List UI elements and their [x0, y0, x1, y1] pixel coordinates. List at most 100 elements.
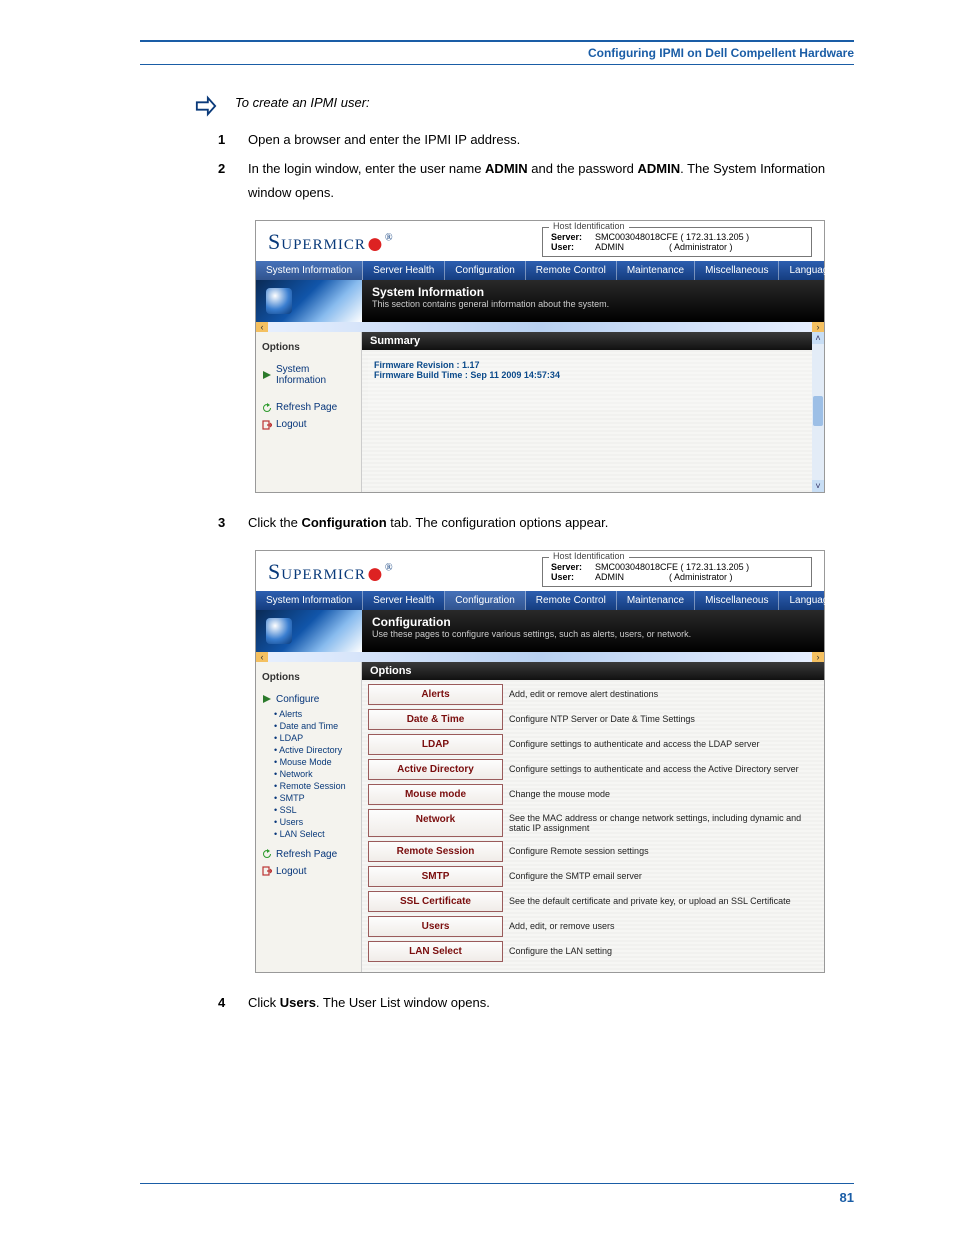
step-text: Click the Configuration tab. The configu… — [248, 511, 854, 536]
option-remote-button[interactable]: Remote Session — [368, 841, 503, 862]
option-mouse-button[interactable]: Mouse mode — [368, 784, 503, 805]
sidebar-item-refresh[interactable]: Refresh Page — [262, 399, 355, 416]
sidebar-item-label: Logout — [276, 866, 307, 877]
screenshot-configuration: Supermicr●® Host Identification Server:S… — [255, 550, 825, 973]
page-header: Configuring IPMI on Dell Compellent Hard… — [140, 40, 854, 65]
step-number: 4 — [218, 991, 232, 1016]
option-datetime-button[interactable]: Date & Time — [368, 709, 503, 730]
sidebar-item-label: Refresh Page — [276, 402, 337, 413]
logout-icon — [262, 866, 272, 876]
legend: Host Identification — [549, 221, 629, 231]
sidebar-item-logout[interactable]: Logout — [262, 416, 355, 433]
text: In the login window, enter the user name — [248, 161, 485, 176]
option-ad-button[interactable]: Active Directory — [368, 759, 503, 780]
horizontal-scrollbar[interactable]: ‹› — [256, 652, 824, 662]
tab-server-health[interactable]: Server Health — [363, 591, 445, 610]
label: Server: — [551, 232, 591, 242]
sidebar-sub-ldap[interactable]: LDAP — [274, 732, 355, 744]
tab-remote-control[interactable]: Remote Control — [526, 591, 617, 610]
sidebar-item-label: Configure — [276, 694, 319, 705]
play-icon — [262, 370, 272, 380]
label: Firmware Build Time : — [374, 370, 468, 380]
tab-system-information[interactable]: System Information — [256, 591, 363, 610]
tab-miscellaneous[interactable]: Miscellaneous — [695, 261, 779, 280]
option-users-button[interactable]: Users — [368, 916, 503, 937]
sidebar-sub-mouse[interactable]: Mouse Mode — [274, 756, 355, 768]
option-ldap-button[interactable]: LDAP — [368, 734, 503, 755]
sidebar-header: Options — [262, 342, 355, 353]
summary-header: Summary — [362, 332, 812, 350]
option-desc: Configure settings to authenticate and a… — [503, 734, 810, 755]
page-number: 81 — [140, 1183, 854, 1205]
sidebar-sub-users[interactable]: Users — [274, 816, 355, 828]
step-text: In the login window, enter the user name… — [248, 157, 854, 206]
screenshot-system-information: Supermicr●® Host Identification Server:S… — [255, 220, 825, 493]
tab-system-information[interactable]: System Information — [256, 261, 363, 280]
host-identification-box: Host Identification Server:SMC003048018C… — [542, 557, 812, 587]
sidebar-item-refresh[interactable]: Refresh Page — [262, 846, 355, 863]
sidebar-sub-lan[interactable]: LAN Select — [274, 828, 355, 840]
sidebar-sublist: Alerts Date and Time LDAP Active Directo… — [262, 708, 355, 840]
top-menu: System Information Server Health Configu… — [256, 261, 824, 280]
option-alerts-button[interactable]: Alerts — [368, 684, 503, 705]
sidebar-item-logout[interactable]: Logout — [262, 863, 355, 880]
value: Sep 11 2009 14:57:34 — [470, 370, 560, 380]
label: Server: — [551, 562, 591, 572]
tab-remote-control[interactable]: Remote Control — [526, 261, 617, 280]
tab-configuration[interactable]: Configuration — [445, 591, 525, 610]
sidebar-sub-ssl[interactable]: SSL — [274, 804, 355, 816]
sidebar-sub-alerts[interactable]: Alerts — [274, 708, 355, 720]
option-lan-button[interactable]: LAN Select — [368, 941, 503, 962]
text: Click the — [248, 515, 301, 530]
tab-language[interactable]: Language — [779, 261, 845, 280]
tab-miscellaneous[interactable]: Miscellaneous — [695, 591, 779, 610]
banner-title: Configuration — [372, 615, 814, 629]
option-desc: Configure Remote session settings — [503, 841, 810, 862]
options-header: Options — [362, 662, 824, 680]
supermicro-logo: Supermicr●® — [268, 559, 394, 585]
vertical-scrollbar[interactable]: ˄˅ — [812, 332, 824, 492]
label: Firmware Revision : — [374, 360, 460, 370]
step-text: Click Users. The User List window opens. — [248, 991, 854, 1016]
option-desc: Configure settings to authenticate and a… — [503, 759, 810, 780]
refresh-icon — [262, 849, 272, 859]
tab-configuration[interactable]: Configuration — [445, 261, 525, 280]
text: Click — [248, 995, 280, 1010]
tab-maintenance[interactable]: Maintenance — [617, 261, 695, 280]
sidebar-sub-network[interactable]: Network — [274, 768, 355, 780]
option-smtp-button[interactable]: SMTP — [368, 866, 503, 887]
label: User: — [551, 572, 591, 582]
text: tab. The configuration options appear. — [387, 515, 609, 530]
option-desc: Configure the LAN setting — [503, 941, 810, 962]
sidebar-item-configure[interactable]: Configure — [262, 691, 355, 708]
banner-graphic — [256, 610, 362, 652]
tab-language[interactable]: Language — [779, 591, 845, 610]
option-network-button[interactable]: Network — [368, 809, 503, 837]
sidebar-header: Options — [262, 672, 355, 683]
value: SMC003048018CFE ( 172.31.13.205 ) — [595, 562, 749, 572]
legend: Host Identification — [549, 551, 629, 561]
sidebar-sub-ad[interactable]: Active Directory — [274, 744, 355, 756]
tab-maintenance[interactable]: Maintenance — [617, 591, 695, 610]
bold-configuration: Configuration — [301, 515, 386, 530]
option-desc: Change the mouse mode — [503, 784, 810, 805]
text: and the password — [528, 161, 638, 176]
banner-title: System Information — [372, 285, 814, 299]
banner-subtitle: Use these pages to configure various set… — [372, 629, 814, 639]
tab-server-health[interactable]: Server Health — [363, 261, 445, 280]
sidebar-sub-smtp[interactable]: SMTP — [274, 792, 355, 804]
option-desc: Add, edit, or remove users — [503, 916, 810, 937]
text: . The User List window opens. — [316, 995, 490, 1010]
option-ssl-button[interactable]: SSL Certificate — [368, 891, 503, 912]
step-number: 1 — [218, 128, 232, 153]
sidebar-item-label: Refresh Page — [276, 849, 337, 860]
step-number: 2 — [218, 157, 232, 206]
sidebar-sub-date[interactable]: Date and Time — [274, 720, 355, 732]
step-number: 3 — [218, 511, 232, 536]
horizontal-scrollbar[interactable]: ‹› — [256, 322, 824, 332]
sidebar-sub-remote[interactable]: Remote Session — [274, 780, 355, 792]
top-menu: System Information Server Health Configu… — [256, 591, 824, 610]
option-desc: Add, edit or remove alert destinations — [503, 684, 810, 705]
refresh-icon — [262, 403, 272, 413]
sidebar-item-system-information[interactable]: System Information — [262, 361, 355, 389]
